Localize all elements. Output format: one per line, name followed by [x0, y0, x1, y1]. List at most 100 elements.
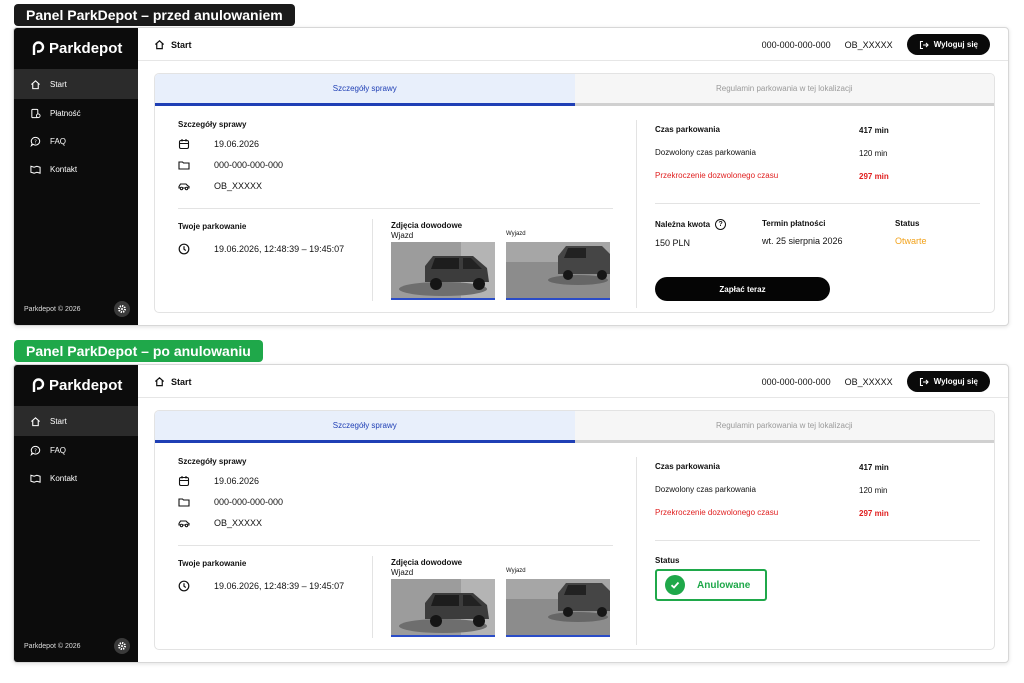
logout-label: Wyloguj się [933, 40, 978, 49]
logo[interactable]: Parkdepot [32, 377, 122, 394]
breadcrumb[interactable]: Start [154, 39, 192, 50]
tab-case-details[interactable]: Szczegóły sprawy [155, 74, 575, 106]
logout-button[interactable]: Wyloguj się [906, 371, 990, 392]
calendar-icon [178, 138, 190, 149]
folder-icon [178, 160, 190, 170]
parking-info: Twoje parkowanie 19.06.2026, 12:48:39 – … [178, 559, 344, 592]
tab-parking-rules[interactable]: Regulamin parkowania w tej lokalizacji [574, 411, 994, 443]
caption-before: Panel ParkDepot – przed anulowaniem [14, 4, 295, 26]
plate-row: OB_XXXXX [178, 516, 613, 529]
svg-text:?: ? [34, 448, 37, 454]
parking-heading: Twoje parkowanie [178, 222, 247, 231]
logout-button[interactable]: Wyloguj się [906, 34, 990, 55]
tab-parking-rules[interactable]: Regulamin parkowania w tej lokalizacji [574, 74, 994, 106]
gear-icon [118, 305, 126, 313]
car-photo-image [391, 242, 495, 298]
parkdepot-logo-icon [32, 41, 45, 55]
plate-value: OB_XXXXX [214, 517, 263, 528]
copyright: Parkdepot © 2026 [24, 642, 81, 650]
evidence-photos: Zdjęcia dowodowe Wjazd Wyjazd [391, 221, 611, 300]
allowed-label: Dozwolony czas parkowania [655, 148, 756, 157]
sidebar: Parkdepot Start ? FAQ Kontakt Parkdepot … [14, 365, 138, 662]
case-details-heading: Szczegóły sprawy [178, 120, 247, 129]
parking-time-value: 417 min [859, 126, 889, 135]
sidebar-nav: Start ? FAQ Kontakt [14, 406, 138, 492]
copyright: Parkdepot © 2026 [24, 305, 81, 313]
topbar: Start 000-000-000-000 OB_XXXXX Wyloguj s… [138, 28, 1008, 61]
parking-summary: Czas parkowania 417 min Dozwolony czas p… [655, 457, 979, 526]
divider [636, 457, 637, 645]
topbar-right: 000-000-000-000 OB_XXXXX Wyloguj się [762, 371, 990, 392]
case-card: Szczegóły sprawy Regulamin parkowania w … [154, 410, 995, 650]
car-photo-image [506, 579, 610, 635]
sidebar-item-label: Start [50, 416, 67, 426]
entry-photo[interactable] [391, 242, 495, 300]
summary-row-overtime: Przekroczenie dozwolonego czasu 297 min [655, 166, 979, 189]
date-row: 19.06.2026 [178, 137, 613, 150]
sidebar-item-contact[interactable]: Kontakt [14, 464, 138, 492]
car-icon [178, 519, 190, 527]
exit-label: Wyjazd [506, 231, 526, 237]
case-card: Szczegóły sprawy Regulamin parkowania w … [154, 73, 995, 313]
pay-now-button[interactable]: Zapłać teraz [655, 277, 830, 301]
calendar-icon [178, 475, 190, 486]
summary-row-overtime: Przekroczenie dozwolonego czasu 297 min [655, 503, 979, 526]
case-number-row: 000-000-000-000 [178, 158, 613, 171]
parking-time: 19.06.2026, 12:48:39 – 19:45:07 [214, 243, 345, 254]
folder-icon [178, 497, 190, 507]
divider [178, 208, 613, 209]
home-icon [31, 416, 40, 426]
logout-icon [919, 40, 929, 49]
allowed-label: Dozwolony czas parkowania [655, 485, 756, 494]
summary-row-allowed: Dozwolony czas parkowania 120 min [655, 143, 979, 166]
entry-photo[interactable] [391, 579, 495, 637]
breadcrumb[interactable]: Start [154, 376, 192, 387]
settings-button[interactable] [114, 301, 130, 317]
overtime-value: 297 min [859, 172, 889, 181]
payment-info: Należna kwota? 150 PLN Termin płatności … [655, 219, 980, 259]
svg-text:?: ? [34, 139, 37, 145]
status-block: Status Otwarte [895, 219, 927, 246]
sidebar-item-faq[interactable]: ? FAQ [14, 127, 138, 155]
parking-time-label: Czas parkowania [655, 462, 720, 471]
case-date: 19.06.2026 [214, 475, 260, 486]
overtime-value: 297 min [859, 509, 889, 518]
exit-photo[interactable] [506, 579, 610, 637]
parking-time-label: Czas parkowania [655, 125, 720, 134]
divider [655, 540, 980, 541]
summary-row-parking-time: Czas parkowania 417 min [655, 120, 979, 143]
panel-after-cancel: Parkdepot Start ? FAQ Kontakt Parkdepot … [13, 364, 1009, 663]
divider [636, 120, 637, 308]
plate-row: OB_XXXXX [178, 179, 613, 192]
car-photo-image [391, 579, 495, 635]
logout-label: Wyloguj się [933, 377, 978, 386]
divider [655, 203, 980, 204]
case-number: 000-000-000-000 [761, 376, 831, 387]
overtime-label: Przekroczenie dozwolonego czasu [655, 171, 779, 180]
divider [372, 556, 373, 638]
sidebar-item-start[interactable]: Start [14, 69, 138, 99]
help-icon[interactable]: ? [715, 219, 727, 230]
status-badge: Anulowane [655, 569, 767, 601]
sidebar-item-contact[interactable]: Kontakt [14, 155, 138, 183]
case-number: 000-000-000-000 [761, 39, 831, 50]
sidebar-nav: Start Płatność ? FAQ Kontakt [14, 69, 138, 183]
parking-time: 19.06.2026, 12:48:39 – 19:45:07 [214, 580, 345, 591]
sidebar-item-start[interactable]: Start [14, 406, 138, 436]
plate-number: OB_XXXXX [844, 39, 893, 50]
sidebar-item-payment[interactable]: Płatność [14, 99, 138, 127]
sidebar-item-faq[interactable]: ? FAQ [14, 436, 138, 464]
exit-photo[interactable] [506, 242, 610, 300]
sidebar-item-label: Płatność [50, 108, 81, 118]
car-icon [178, 182, 190, 190]
sidebar-footer: Parkdepot © 2026 [24, 301, 130, 317]
date-row: 19.06.2026 [178, 474, 613, 487]
allowed-value: 120 min [859, 149, 888, 158]
contact-icon [30, 474, 41, 483]
logo[interactable]: Parkdepot [32, 40, 122, 57]
settings-button[interactable] [114, 638, 130, 654]
tab-case-details[interactable]: Szczegóły sprawy [155, 411, 575, 443]
plate-number: OB_XXXXX [844, 376, 893, 387]
entry-label: Wjazd [391, 231, 414, 240]
panel-before-cancel: Parkdepot Start Płatność ? FAQ Kontakt P… [13, 27, 1009, 326]
